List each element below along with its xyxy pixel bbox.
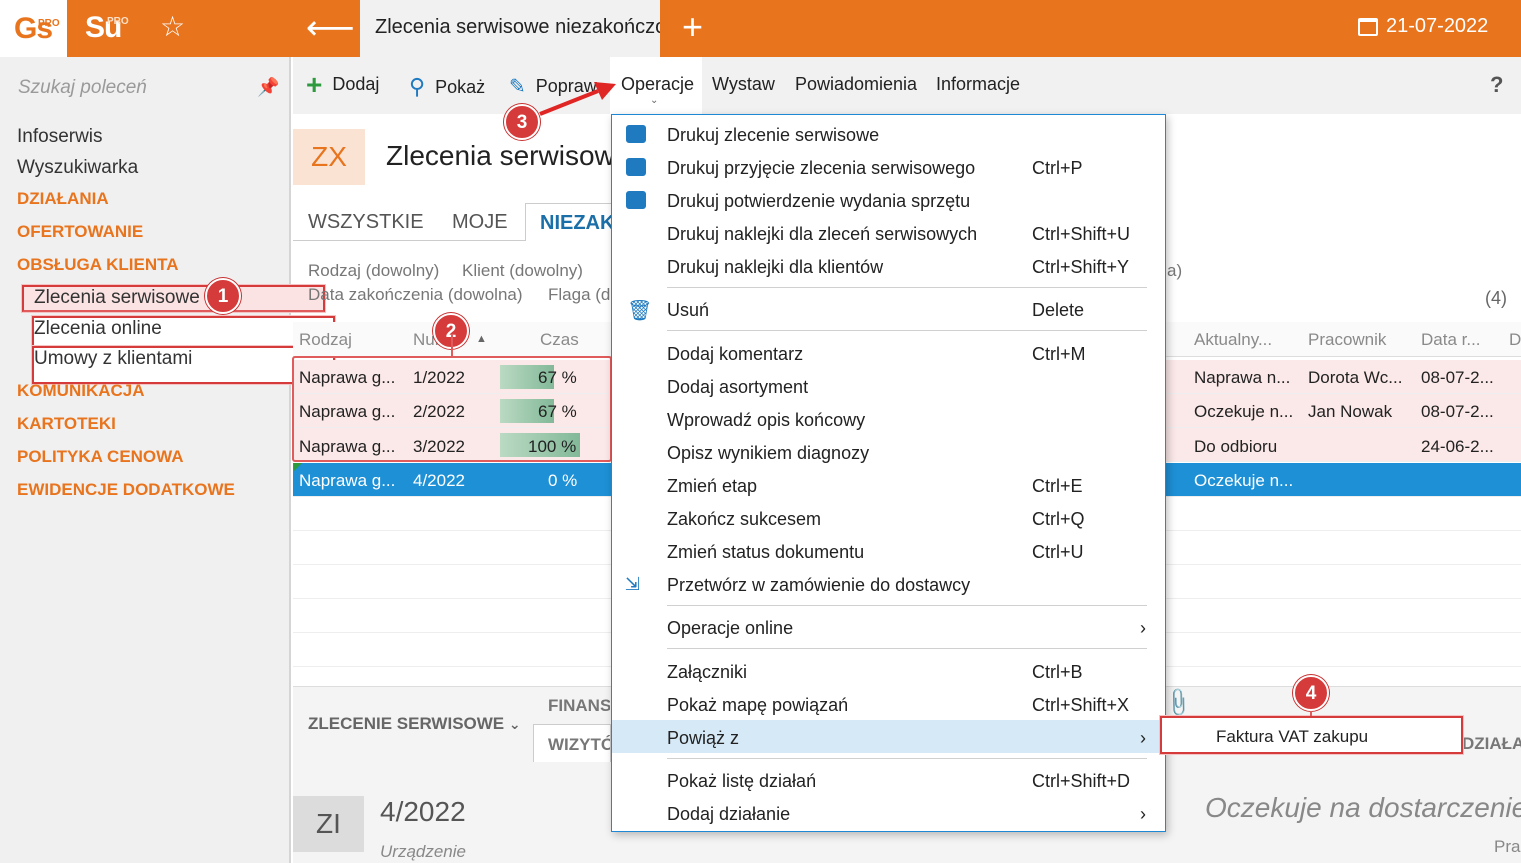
- annotation-arrow-icon: [451, 82, 1312, 716]
